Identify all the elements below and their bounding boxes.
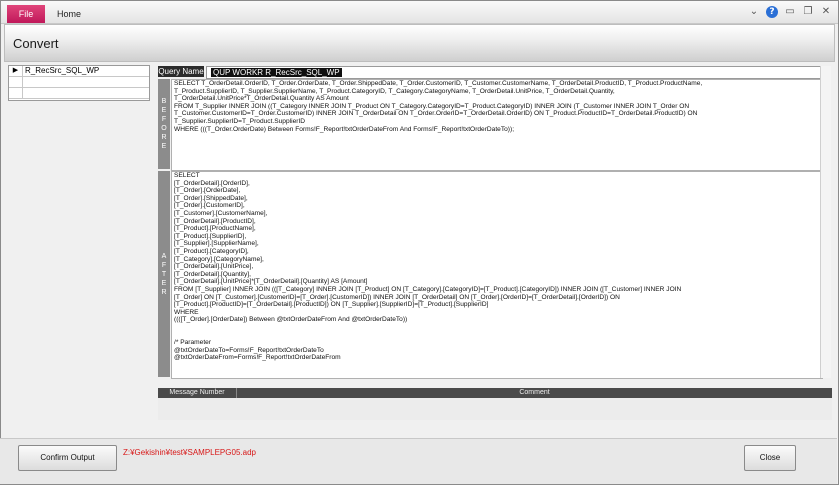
label-letter: E [161,143,167,150]
chevron-down-icon[interactable]: ⌄ [748,6,760,18]
list-item[interactable] [9,77,149,88]
column-comment[interactable]: Comment [237,388,832,398]
window-controls: ⌄ ? ▭ ❐ ✕ [748,5,832,19]
label-letter: E [161,279,167,287]
list-item[interactable] [9,88,149,99]
page-title: Convert [13,36,59,51]
scrollbar[interactable] [820,66,831,378]
list-item-label [23,88,25,98]
before-sql-textbox[interactable]: SELECT T_OrderDetail.OrderID, T_Order.Or… [171,79,823,171]
label-letter: R [161,134,167,141]
footer-bar [0,438,837,484]
query-name-label: Query Name [158,66,204,77]
row-selector [9,77,23,87]
message-grid-header: Message Number Comment [158,388,832,398]
message-grid [158,398,832,420]
restore-icon[interactable]: ❐ [802,6,814,18]
ribbon-bar: File Home ⌄ ? ▭ ❐ ✕ [1,1,838,24]
list-item-label [23,77,25,87]
list-item[interactable]: ▶ R_RecSrc_SQL_WP [9,66,149,77]
label-letter: B [161,98,167,105]
label-letter: R [161,288,167,296]
row-selector-icon: ▶ [9,66,23,76]
close-icon[interactable]: ✕ [820,6,832,18]
query-name-field[interactable]: QUP WORKR R_RecSrc_SQL_WP [206,66,822,79]
query-list: ▶ R_RecSrc_SQL_WP [8,65,150,101]
label-letter: T [161,270,167,278]
minimize-icon[interactable]: ▭ [784,6,796,18]
help-icon[interactable]: ? [766,6,778,18]
column-message-number[interactable]: Message Number [158,388,237,398]
output-file-path: Z:¥Gekishin¥test¥SAMPLEPG05.adp [123,448,256,457]
divider [8,100,148,101]
list-item-label: R_RecSrc_SQL_WP [25,66,100,75]
row-selector [9,88,23,98]
after-label: AFTER [158,171,170,377]
after-sql-textbox[interactable]: SELECT [T_OrderDetail].[OrderID], [T_Ord… [171,171,823,379]
tab-home[interactable]: Home [57,5,81,23]
confirm-output-button[interactable]: Confirm Output [18,445,117,471]
label-letter: E [161,107,167,114]
close-button[interactable]: Close [744,445,796,471]
before-label: BEFORE [158,79,170,169]
label-letter: F [161,116,167,123]
tab-file[interactable]: File [7,5,45,23]
query-name-value: QUP WORKR R_RecSrc_SQL_WP [211,68,342,77]
label-letter: O [161,125,167,132]
label-letter: A [161,252,167,260]
form-header: Convert [4,24,835,62]
label-letter: F [161,261,167,269]
